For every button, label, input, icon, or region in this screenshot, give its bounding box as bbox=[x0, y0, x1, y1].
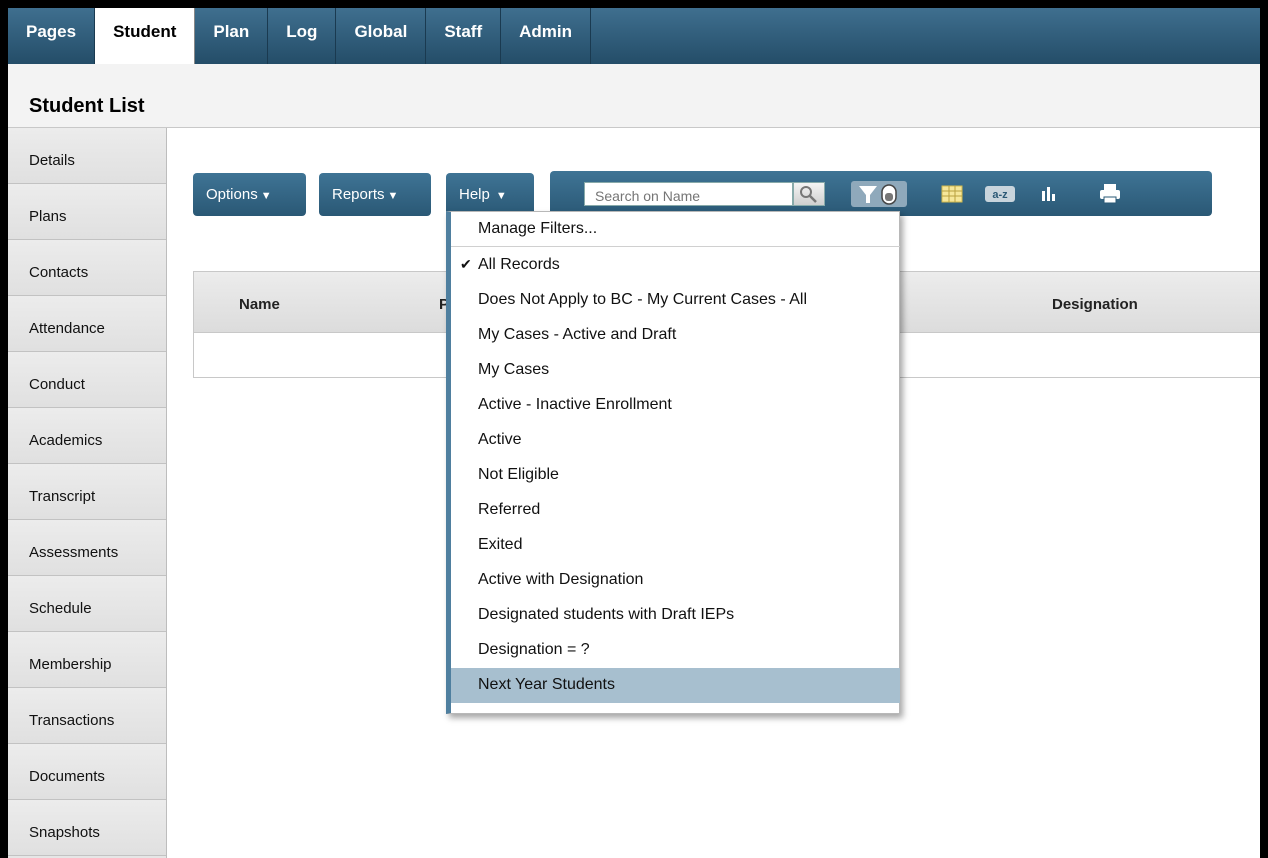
menu-item-my-cases[interactable]: My Cases bbox=[451, 353, 900, 388]
chart-icon bbox=[1042, 187, 1055, 201]
caret-down-icon: ▼ bbox=[492, 190, 507, 202]
sidebar-item-conduct[interactable]: Conduct bbox=[8, 352, 166, 408]
menu-item-referred[interactable]: Referred bbox=[451, 493, 900, 528]
print-icon bbox=[1100, 184, 1120, 204]
print-button[interactable] bbox=[1095, 181, 1125, 207]
sidebar: Details Plans Contacts Attendance Conduc… bbox=[8, 128, 167, 858]
grid-icon bbox=[941, 185, 963, 203]
reports-label: Reports bbox=[332, 186, 385, 203]
caret-down-icon: ▼ bbox=[387, 190, 399, 202]
sidebar-item-transactions[interactable]: Transactions bbox=[8, 688, 166, 744]
menu-item-designation-unknown[interactable]: Designation = ? bbox=[451, 633, 900, 668]
sidebar-item-details[interactable]: Details bbox=[8, 128, 166, 184]
menu-item-all-records[interactable]: ✔ All Records bbox=[451, 248, 900, 283]
tab-admin[interactable]: Admin bbox=[501, 8, 592, 64]
tab-pages[interactable]: Pages bbox=[8, 8, 96, 64]
search-input[interactable] bbox=[584, 182, 793, 206]
tab-student[interactable]: Student bbox=[95, 8, 196, 64]
menu-item-not-eligible[interactable]: Not Eligible bbox=[451, 458, 900, 493]
menu-item-active[interactable]: Active bbox=[451, 423, 900, 458]
sidebar-item-assessments[interactable]: Assessments bbox=[8, 520, 166, 576]
sidebar-item-plans[interactable]: Plans bbox=[8, 184, 166, 240]
tool-strip: a-z bbox=[550, 171, 1212, 216]
options-button[interactable]: Options ▼ bbox=[193, 173, 306, 216]
checkmark-icon: ✔ bbox=[460, 256, 472, 272]
sidebar-item-snapshots[interactable]: Snapshots bbox=[8, 800, 166, 856]
tab-staff[interactable]: Staff bbox=[426, 8, 502, 64]
filter-icon bbox=[859, 184, 897, 205]
reports-button[interactable]: Reports ▼ bbox=[319, 173, 431, 216]
help-button[interactable]: Help ▼ bbox=[446, 173, 534, 216]
column-header-designation[interactable]: Designation bbox=[1052, 296, 1138, 313]
tab-log[interactable]: Log bbox=[268, 8, 337, 64]
sort-button[interactable]: a-z bbox=[982, 181, 1018, 207]
page-title: Student List bbox=[29, 95, 145, 117]
grid-view-button[interactable] bbox=[939, 181, 965, 207]
menu-item-my-cases-active-draft[interactable]: My Cases - Active and Draft bbox=[451, 318, 900, 353]
sort-az-icon: a-z bbox=[985, 186, 1015, 202]
menu-item-active-with-designation[interactable]: Active with Designation bbox=[451, 563, 900, 598]
search-button[interactable] bbox=[793, 182, 825, 206]
tab-plan[interactable]: Plan bbox=[195, 8, 269, 64]
top-nav: Pages Student Plan Log Global Staff Admi… bbox=[8, 8, 1260, 64]
sidebar-item-membership[interactable]: Membership bbox=[8, 632, 166, 688]
column-header-name[interactable]: Name bbox=[239, 296, 280, 313]
sidebar-item-attendance[interactable]: Attendance bbox=[8, 296, 166, 352]
menu-item-label: All Records bbox=[478, 256, 560, 273]
menu-item-designated-draft-ieps[interactable]: Designated students with Draft IEPs bbox=[451, 598, 900, 633]
page-header: Student List bbox=[8, 64, 1260, 128]
search-icon bbox=[800, 186, 817, 203]
filter-dropdown-menu: Manage Filters... ✔ All Records Does Not… bbox=[446, 211, 900, 714]
chart-button[interactable] bbox=[1036, 181, 1062, 207]
sidebar-item-schedule[interactable]: Schedule bbox=[8, 576, 166, 632]
tab-global[interactable]: Global bbox=[336, 8, 427, 64]
sidebar-item-contacts[interactable]: Contacts bbox=[8, 240, 166, 296]
menu-item-active-inactive-enrollment[interactable]: Active - Inactive Enrollment bbox=[451, 388, 900, 423]
sidebar-item-academics[interactable]: Academics bbox=[8, 408, 166, 464]
sidebar-item-documents[interactable]: Documents bbox=[8, 744, 166, 800]
menu-item-does-not-apply[interactable]: Does Not Apply to BC - My Current Cases … bbox=[451, 283, 900, 318]
menu-item-manage-filters[interactable]: Manage Filters... bbox=[451, 212, 900, 247]
help-label: Help bbox=[459, 186, 490, 203]
sidebar-item-transcript[interactable]: Transcript bbox=[8, 464, 166, 520]
menu-item-exited[interactable]: Exited bbox=[451, 528, 900, 563]
svg-text:a-z: a-z bbox=[992, 189, 1008, 201]
filter-button[interactable] bbox=[851, 181, 907, 207]
menu-item-next-year-students[interactable]: Next Year Students bbox=[451, 668, 900, 703]
caret-down-icon: ▼ bbox=[260, 190, 272, 202]
app-window: Pages Student Plan Log Global Staff Admi… bbox=[8, 8, 1260, 858]
options-label: Options bbox=[206, 186, 258, 203]
